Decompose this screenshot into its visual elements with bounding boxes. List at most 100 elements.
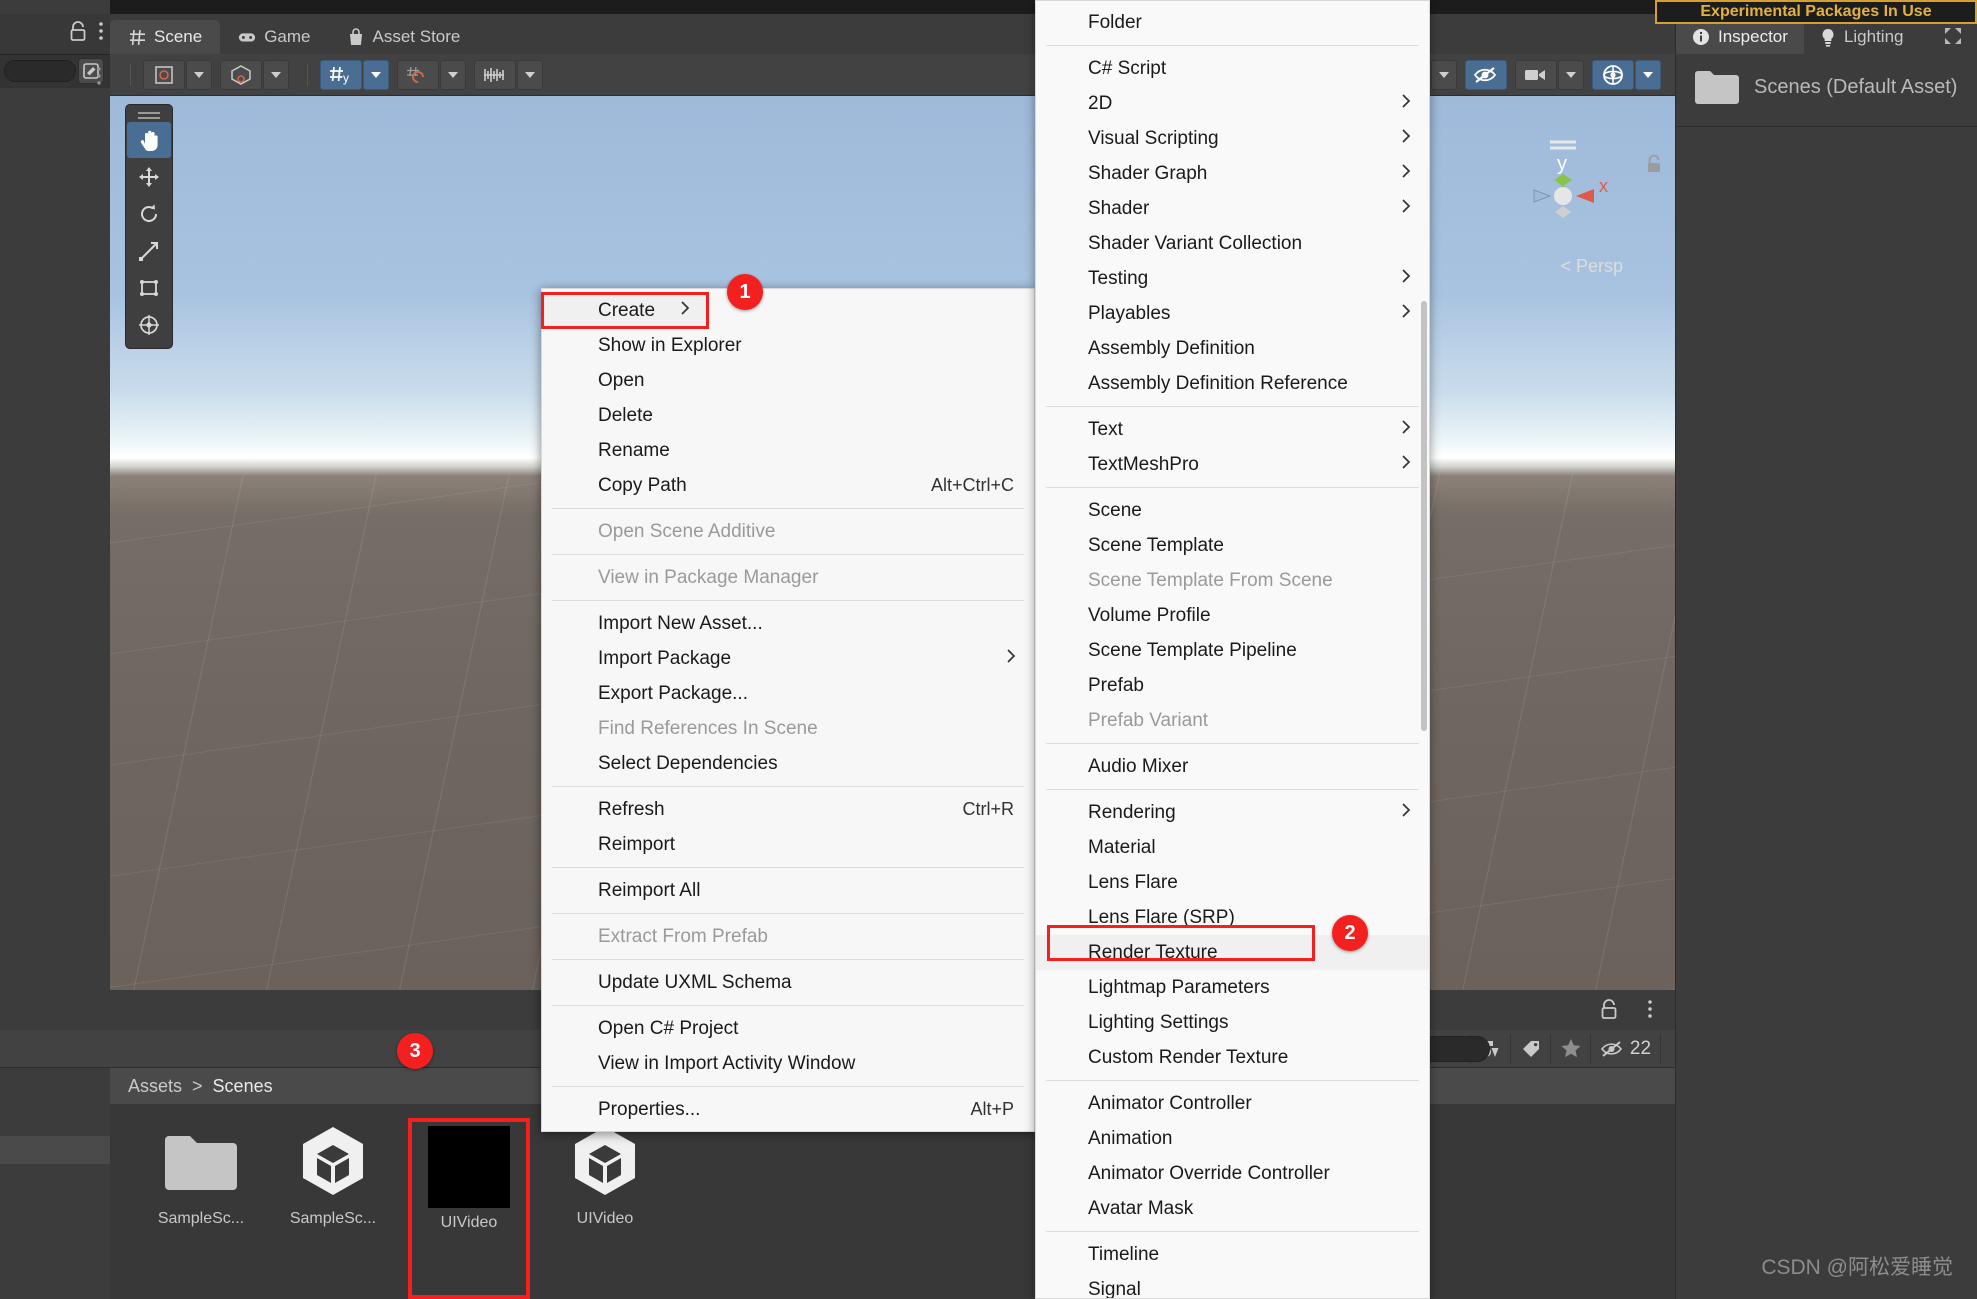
scene-camera-dropdown[interactable] [1558,59,1584,90]
menu-item-delete[interactable]: Delete [542,398,1034,433]
project-folder-tree-selected-row[interactable] [0,1136,110,1164]
pivot-dropdown[interactable] [186,59,212,90]
menu-item-shader[interactable]: Shader [1036,191,1429,226]
menu-item-c-script[interactable]: C# Script [1036,51,1429,86]
menu-item-avatar-mask[interactable]: Avatar Mask [1036,1191,1429,1226]
tab-asset-store[interactable]: Asset Store [329,20,479,54]
menu-item-scene-template-pipeline[interactable]: Scene Template Pipeline [1036,633,1429,668]
inspector-more-icon[interactable] [1943,26,1977,54]
menu-item-lightmap-parameters[interactable]: Lightmap Parameters [1036,970,1429,1005]
menu-item-playables[interactable]: Playables [1036,296,1429,331]
handle-space-button[interactable] [220,59,262,90]
asset-item-uivideo-scene[interactable]: UIVideo [548,1118,662,1299]
scene-audio-button[interactable] [1465,59,1507,90]
menu-item-testing[interactable]: Testing [1036,261,1429,296]
menu-item-animator-controller[interactable]: Animator Controller [1036,1086,1429,1121]
menu-item-copy-path[interactable]: Copy Path Alt+Ctrl+C [542,468,1034,503]
menu-item-timeline[interactable]: Timeline [1036,1237,1429,1272]
asset-item-samplescenes-folder[interactable]: SampleSc... [144,1118,258,1299]
menu-item-visual-scripting[interactable]: Visual Scripting [1036,121,1429,156]
kebab-menu-icon[interactable] [98,20,104,42]
menu-item-prefab[interactable]: Prefab [1036,668,1429,703]
scene-view-gizmo[interactable]: y x [1503,126,1623,246]
snap-dropdown[interactable] [440,59,466,90]
menu-item-shader-graph[interactable]: Shader Graph [1036,156,1429,191]
menu-item-folder[interactable]: Folder [1036,5,1429,40]
menu-item-open-c-project[interactable]: Open C# Project [542,1011,1034,1046]
menu-item-reimport-all[interactable]: Reimport All [542,873,1034,908]
menu-item-custom-render-texture[interactable]: Custom Render Texture [1036,1040,1429,1075]
scene-view-mode-label[interactable]: < Persp [1560,256,1623,277]
component-editor-button[interactable] [474,59,516,90]
menu-item-2d[interactable]: 2D [1036,86,1429,121]
menu-item-scene[interactable]: Scene [1036,493,1429,528]
menu-item-refresh[interactable]: Refresh Ctrl+R [542,792,1034,827]
move-tool[interactable] [127,159,171,195]
menu-item-show-in-explorer[interactable]: Show in Explorer [542,328,1034,363]
menu-item-reimport[interactable]: Reimport [542,827,1034,862]
pivot-rotate-button[interactable] [143,59,185,90]
menu-item-shader-variant-collection[interactable]: Shader Variant Collection [1036,226,1429,261]
experimental-packages-banner[interactable]: Experimental Packages In Use [1655,0,1977,24]
hierarchy-header-controls[interactable] [68,20,104,42]
menu-item-signal[interactable]: Signal [1036,1272,1429,1299]
menu-item-assembly-definition[interactable]: Assembly Definition [1036,331,1429,366]
gizmos-dropdown[interactable] [1635,59,1661,90]
tools-drag-handle[interactable] [126,109,172,121]
menu-item-lens-flare-srp[interactable]: Lens Flare (SRP) [1036,900,1429,935]
menu-item-scene-template[interactable]: Scene Template [1036,528,1429,563]
asset-item-uivideo-rendertexture[interactable]: UIVideo [408,1118,530,1299]
component-editor-dropdown[interactable] [517,59,543,90]
menu-item-open[interactable]: Open [542,363,1034,398]
tab-inspector[interactable]: Inspector [1676,20,1804,54]
menu-item-select-dependencies[interactable]: Select Dependencies [542,746,1034,781]
menu-item-import-package[interactable]: Import Package [542,641,1034,676]
lock-icon[interactable] [68,20,88,42]
hand-tool[interactable] [127,122,171,158]
menu-item-render-texture[interactable]: Render Texture [1036,935,1429,970]
menu-item-animator-override-controller[interactable]: Animator Override Controller [1036,1156,1429,1191]
gizmos-button[interactable] [1592,59,1634,90]
breadcrumb-root[interactable]: Assets [128,1076,182,1097]
project-lock-icon[interactable] [1599,998,1619,1020]
grid-visibility-button[interactable]: y [320,59,362,90]
handle-space-dropdown[interactable] [263,59,289,90]
menu-item-textmeshpro[interactable]: TextMeshPro [1036,447,1429,482]
hierarchy-row-kebab-icon[interactable] [96,66,102,86]
project-hidden-count-button[interactable]: 22 [1591,1033,1661,1064]
snap-increment-button[interactable] [397,59,439,90]
menu-item-animation[interactable]: Animation [1036,1121,1429,1156]
tab-scene[interactable]: Scene [110,20,221,54]
menu-item-properties[interactable]: Properties... Alt+P [542,1092,1034,1127]
scene-camera-button[interactable] [1515,59,1557,90]
grid-dropdown[interactable] [363,59,389,90]
menu-item-audio-mixer[interactable]: Audio Mixer [1036,749,1429,784]
menu-item-update-uxml-schema[interactable]: Update UXML Schema [542,965,1034,1000]
hierarchy-tree[interactable] [0,90,110,990]
rotate-tool[interactable] [127,196,171,232]
menu-item-assembly-definition-reference[interactable]: Assembly Definition Reference [1036,366,1429,401]
menu-item-lens-flare[interactable]: Lens Flare [1036,865,1429,900]
menu-item-export-package[interactable]: Export Package... [542,676,1034,711]
scene-fx-dropdown[interactable] [1431,59,1457,90]
project-context-menu[interactable]: Create Show in Explorer Open Delete Rename Co… [541,288,1035,1132]
rect-tool[interactable] [127,270,171,306]
menu-item-volume-profile[interactable]: Volume Profile [1036,598,1429,633]
project-filter-label-button[interactable] [1511,1033,1551,1064]
transform-tool[interactable] [127,307,171,343]
tab-game[interactable]: Game [220,20,328,54]
menu-item-rename[interactable]: Rename [542,433,1034,468]
hierarchy-search-input[interactable] [4,60,76,82]
menu-item-text[interactable]: Text [1036,412,1429,447]
create-submenu[interactable]: Folder C# Script 2D Visual Scripting Shader … [1035,0,1430,1299]
menu-item-view-in-import-activity-window[interactable]: View in Import Activity Window [542,1046,1034,1081]
project-folder-tree[interactable] [0,1068,110,1299]
breadcrumb-current[interactable]: Scenes [213,1076,273,1097]
project-kebab-menu-icon[interactable] [1647,998,1653,1020]
gizmo-lock-icon[interactable] [1645,154,1663,174]
asset-item-samplescene[interactable]: SampleSc... [276,1118,390,1299]
menu-item-material[interactable]: Material [1036,830,1429,865]
menu-item-create[interactable]: Create [541,292,709,329]
menu-item-import-new-asset[interactable]: Import New Asset... [542,606,1034,641]
project-favorites-button[interactable] [1551,1033,1591,1064]
